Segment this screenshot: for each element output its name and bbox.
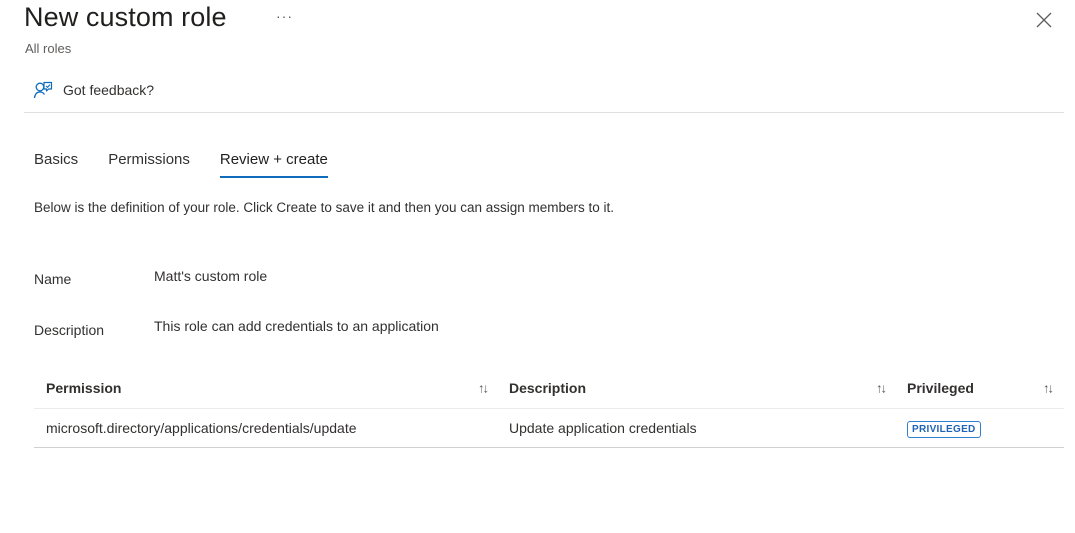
sort-icon[interactable]: ↑↓ <box>876 381 887 396</box>
column-header-description-label: Description <box>509 380 587 396</box>
cell-privileged: PRIVILEGED <box>895 419 1064 438</box>
privileged-badge: PRIVILEGED <box>907 420 981 438</box>
name-value: Matt's custom role <box>154 268 268 284</box>
column-header-privileged[interactable]: Privileged ↑↓ <box>895 380 1064 396</box>
intro-text: Below is the definition of your role. Cl… <box>34 200 615 215</box>
toolbar-divider <box>24 112 1064 113</box>
permissions-table: Permission ↑↓ Description ↑↓ Privileged … <box>34 368 1064 448</box>
tab-permissions[interactable]: Permissions <box>108 151 190 178</box>
cell-permission: microsoft.directory/applications/credent… <box>46 420 357 436</box>
more-options-button[interactable]: ··· <box>276 8 293 24</box>
table-header-row: Permission ↑↓ Description ↑↓ Privileged … <box>34 368 1064 409</box>
close-button[interactable] <box>1034 10 1054 30</box>
column-header-description[interactable]: Description ↑↓ <box>497 380 895 396</box>
table-row[interactable]: microsoft.directory/applications/credent… <box>34 409 1064 448</box>
close-icon <box>1036 12 1052 28</box>
tab-basics[interactable]: Basics <box>34 151 78 178</box>
column-header-permission-label: Permission <box>46 380 122 396</box>
sort-icon[interactable]: ↑↓ <box>1043 381 1054 396</box>
page-title: New custom role <box>24 2 227 32</box>
got-feedback-button[interactable]: Got feedback? <box>33 80 154 100</box>
breadcrumb-all-roles[interactable]: All roles <box>25 41 71 56</box>
description-label: Description <box>34 322 105 338</box>
sort-icon[interactable]: ↑↓ <box>478 381 489 396</box>
description-value: This role can add credentials to an appl… <box>154 318 439 334</box>
tab-bar: Basics Permissions Review + create <box>34 151 358 178</box>
feedback-person-icon <box>33 81 53 99</box>
column-header-permission[interactable]: Permission ↑↓ <box>34 380 497 396</box>
tab-review-create[interactable]: Review + create <box>219 151 328 178</box>
cell-description: Update application credentials <box>509 420 697 436</box>
column-header-privileged-label: Privileged <box>907 380 974 396</box>
name-label: Name <box>34 271 72 287</box>
feedback-label: Got feedback? <box>63 82 155 98</box>
